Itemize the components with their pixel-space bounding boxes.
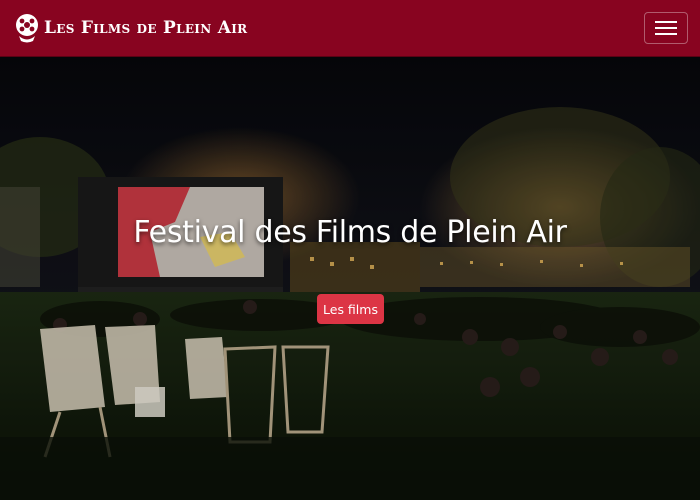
- hero-overlay: [0, 57, 700, 500]
- hero-section: Festival des Films de Plein Air Les film…: [0, 57, 700, 500]
- brand-text: Les Films de Plein Air: [44, 18, 248, 38]
- reel-icon: [16, 14, 38, 43]
- menu-toggle-button[interactable]: [644, 12, 688, 44]
- films-button[interactable]: Les films: [317, 294, 384, 324]
- navbar: Les Films de Plein Air: [0, 0, 700, 57]
- brand-link[interactable]: Les Films de Plein Air: [13, 12, 247, 44]
- hamburger-icon: [655, 21, 677, 35]
- hero-title: Festival des Films de Plein Air: [133, 215, 567, 250]
